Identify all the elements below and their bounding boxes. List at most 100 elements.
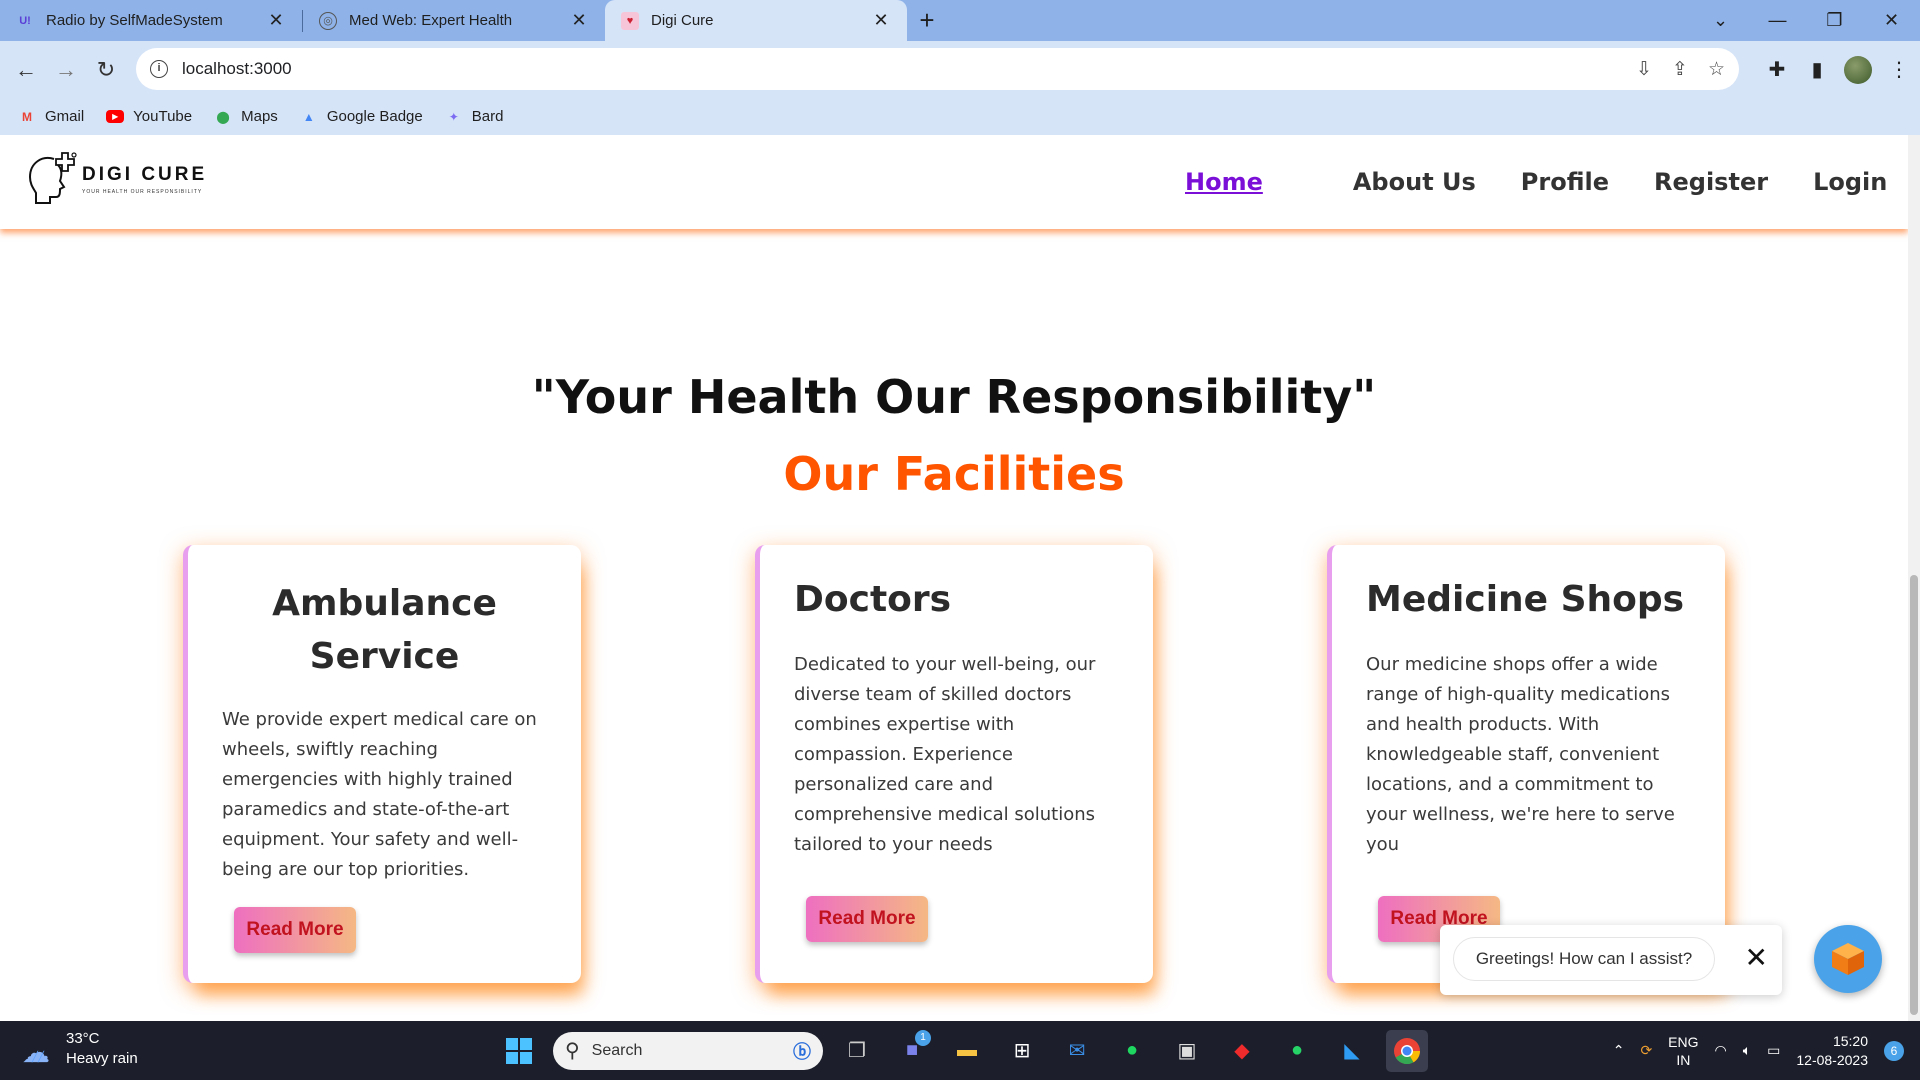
bookmark-label: YouTube — [133, 108, 193, 125]
google-badge-icon: ▲ — [302, 109, 315, 124]
tab-digi-cure[interactable]: ♥ Digi Cure ✕ — [605, 0, 907, 41]
game-app-icon[interactable]: ▣ — [1166, 1030, 1208, 1072]
windows-logo-icon — [506, 1037, 532, 1064]
teams-chat-icon[interactable]: ■ 1 — [891, 1029, 933, 1072]
site-header: DIGI CURE YOUR HEALTH OUR RESPONSIBILITY… — [0, 135, 1908, 229]
clock-date: 12-08-2023 — [1796, 1051, 1868, 1068]
page-headline: "Your Health Our Responsibility" — [531, 370, 1377, 424]
menu-icon[interactable]: ⋮ — [1886, 57, 1912, 82]
toolbar-right: ✚ ▮ ⋮ — [1764, 41, 1912, 98]
microsoft-store-icon[interactable]: ⊞ — [1001, 1030, 1043, 1072]
page-viewport: DIGI CURE YOUR HEALTH OUR RESPONSIBILITY… — [0, 135, 1920, 1021]
clock[interactable]: 15:20 12-08-2023 — [1796, 1032, 1868, 1070]
gmail-icon: M — [22, 109, 32, 124]
page-scrollbar[interactable] — [1908, 135, 1920, 1021]
close-chat-icon[interactable]: ✕ — [1745, 941, 1768, 974]
chrome-logo-icon — [1394, 1037, 1421, 1064]
side-panel-icon[interactable]: ▮ — [1804, 57, 1830, 82]
bookmark-google-badge[interactable]: ▲ Google Badge — [300, 108, 423, 126]
extensions-icon[interactable]: ✚ — [1764, 57, 1790, 82]
system-tray: ⌃ ⟳ ENG IN ◠ 🔈︎ ▭ 15:20 12-08-2023 6 — [1613, 1021, 1920, 1080]
omnibox-actions: ⇩ ⇪ ☆ — [1636, 48, 1725, 90]
task-view-icon[interactable]: ❐ — [836, 1030, 878, 1072]
card-text: We provide expert medical care on wheels… — [222, 709, 537, 880]
share-icon[interactable]: ⇪ — [1672, 58, 1688, 81]
bookmark-label: Bard — [471, 108, 504, 125]
tab-search-icon[interactable]: ⌄ — [1692, 10, 1749, 31]
install-icon[interactable]: ⇩ — [1636, 58, 1652, 81]
nav-login[interactable]: Login — [1813, 168, 1887, 196]
minimize-icon[interactable]: — — [1749, 10, 1806, 31]
tab-title: Radio by SelfMadeSystem — [46, 12, 223, 29]
close-tab-icon[interactable]: ✕ — [266, 10, 286, 31]
reload-icon[interactable]: ↻ — [86, 57, 126, 83]
close-tab-icon[interactable]: ✕ — [569, 10, 589, 31]
address-bar[interactable]: i localhost:3000 ⇩ ⇪ ☆ — [136, 48, 1739, 90]
bookmark-youtube[interactable]: ▶ YouTube — [106, 108, 192, 125]
chat-greeting-text[interactable]: Greetings! How can I assist? — [1453, 937, 1715, 981]
weather-condition: Heavy rain — [66, 1050, 138, 1067]
whatsapp-icon[interactable]: ● — [1276, 1030, 1318, 1072]
profile-avatar[interactable] — [1844, 55, 1872, 84]
read-more-button[interactable]: Read More — [234, 907, 356, 953]
start-button[interactable] — [498, 1030, 540, 1072]
language-indicator[interactable]: ENG IN — [1668, 1033, 1698, 1069]
lang-line2: IN — [1676, 1051, 1691, 1068]
teams-badge: 1 — [915, 1029, 931, 1046]
card-title: Ambulance Service — [272, 583, 497, 677]
head-cross-logo-icon — [28, 152, 77, 204]
nav-home[interactable]: Home — [1185, 168, 1263, 196]
windows-taskbar: ☁ ╱╱ 33°C Heavy rain ⚲ Search ⓑ ❐ ■ 1 ▬ ⊞… — [0, 1021, 1920, 1080]
logo-text: DIGI CURE YOUR HEALTH OUR RESPONSIBILITY — [82, 164, 207, 195]
nav-about-us[interactable]: About Us — [1353, 168, 1476, 196]
wifi-icon[interactable]: ◠ — [1715, 1042, 1727, 1059]
browser-toolbar: ← → ↻ i localhost:3000 ⇩ ⇪ ☆ ✚ ▮ ⋮ — [0, 41, 1920, 98]
anydesk-icon[interactable]: ◆ — [1221, 1030, 1263, 1072]
chat-greeting-popup: Greetings! How can I assist? ✕ — [1440, 925, 1782, 995]
tab-med-web[interactable]: ◎ Med Web: Expert Health ✕ — [303, 0, 605, 41]
bookmark-star-icon[interactable]: ☆ — [1708, 58, 1725, 81]
file-explorer-icon[interactable]: ▬ — [946, 1030, 988, 1072]
bard-icon: ✦ — [448, 109, 459, 124]
sync-icon[interactable]: ⟳ — [1640, 1042, 1652, 1059]
card-text: Dedicated to your well-being, our divers… — [794, 654, 1096, 855]
bookmark-label: Google Badge — [326, 108, 423, 125]
site-logo[interactable]: DIGI CURE YOUR HEALTH OUR RESPONSIBILITY — [24, 149, 207, 209]
facility-card-medicine-shops: Medicine Shops Our medicine shops offer … — [1327, 545, 1725, 983]
site-info-icon[interactable]: i — [150, 60, 168, 78]
restore-icon[interactable]: ❐ — [1806, 10, 1863, 31]
close-window-icon[interactable]: ✕ — [1863, 10, 1920, 31]
weather-widget[interactable]: ☁ ╱╱ 33°C Heavy rain — [22, 1029, 138, 1069]
battery-icon[interactable]: ▭ — [1767, 1042, 1780, 1059]
nav-profile[interactable]: Profile — [1521, 168, 1609, 196]
facilities-heading: Our Facilities — [783, 447, 1125, 501]
logo-tagline: YOUR HEALTH OUR RESPONSIBILITY — [82, 188, 203, 195]
bookmark-gmail[interactable]: M Gmail — [18, 108, 84, 126]
vscode-icon[interactable]: ◣ — [1331, 1030, 1373, 1072]
mail-icon[interactable]: ✉ — [1056, 1030, 1098, 1072]
taskbar-search[interactable]: ⚲ Search ⓑ — [553, 1031, 823, 1070]
notification-badge[interactable]: 6 — [1884, 1040, 1904, 1061]
tab-radio[interactable]: U! Radio by SelfMadeSystem ✕ — [0, 0, 302, 41]
new-tab-icon[interactable]: + — [907, 5, 947, 36]
taskbar-apps: ⚲ Search ⓑ ❐ ■ 1 ▬ ⊞ ✉ ● ▣ ◆ ● ◣ — [498, 1021, 1428, 1080]
bookmark-bard[interactable]: ✦ Bard — [445, 108, 504, 126]
volume-icon[interactable]: 🔈︎ — [1743, 1042, 1751, 1059]
chrome-icon[interactable] — [1386, 1029, 1428, 1072]
logo-name: DIGI CURE — [82, 163, 208, 185]
chatbot-launcher-button[interactable] — [1814, 925, 1882, 993]
search-icon: ⚲ — [565, 1040, 580, 1062]
spotify-icon[interactable]: ● — [1111, 1030, 1153, 1072]
tab-title: Digi Cure — [651, 12, 714, 29]
close-tab-icon[interactable]: ✕ — [871, 10, 891, 31]
read-more-button[interactable]: Read More — [806, 896, 928, 942]
nav-register[interactable]: Register — [1654, 168, 1768, 196]
back-icon[interactable]: ← — [6, 57, 46, 83]
weather-text: 33°C Heavy rain — [66, 1029, 138, 1069]
bookmark-maps[interactable]: ⬤ Maps — [214, 108, 277, 126]
scrollbar-thumb[interactable] — [1910, 575, 1918, 1015]
search-label: Search — [591, 1041, 643, 1059]
digicure-favicon-icon: ♥ — [621, 11, 639, 30]
forward-icon[interactable]: → — [46, 57, 86, 83]
show-hidden-icons-icon[interactable]: ⌃ — [1613, 1042, 1625, 1059]
